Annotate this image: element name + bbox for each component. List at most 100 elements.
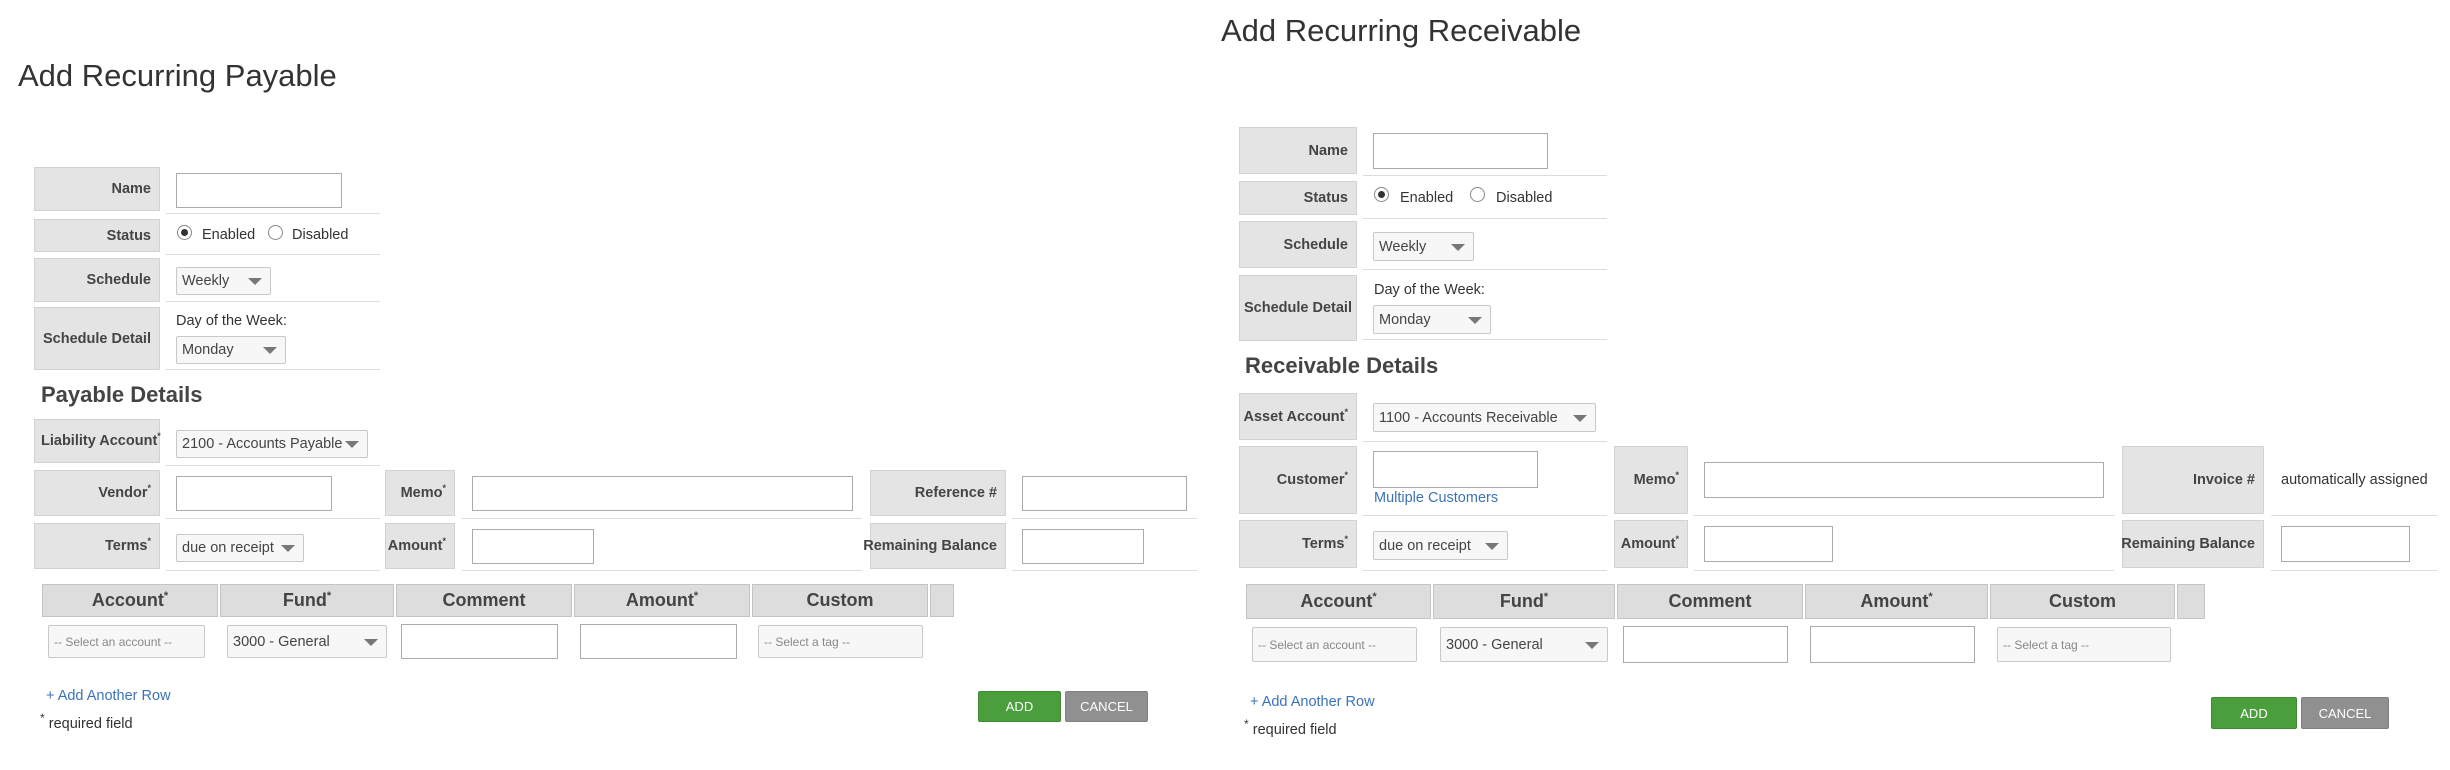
- required-marker: *: [163, 589, 169, 602]
- page-title: Add Recurring Receivable: [1221, 13, 1582, 48]
- terms-select[interactable]: due on receipt: [176, 534, 304, 562]
- reference-label-text: Reference #: [914, 485, 997, 501]
- add-button[interactable]: ADD: [2211, 697, 2297, 729]
- divider: [1694, 570, 2114, 571]
- column-header-fund: Fund *: [1433, 584, 1615, 619]
- divider: [1012, 518, 1197, 519]
- memo-input[interactable]: [1704, 462, 2104, 498]
- account-select[interactable]: 1100 - Accounts Receivable: [1373, 403, 1596, 432]
- remaining-balance-input[interactable]: [2281, 526, 2410, 562]
- divider: [166, 518, 380, 519]
- column-header-comment: Comment: [1617, 584, 1803, 619]
- column-header-account: Account *: [1246, 584, 1431, 619]
- terms-select[interactable]: due on receipt: [1373, 531, 1508, 560]
- required-marker: *: [147, 483, 151, 493]
- chevron-down-icon: [364, 638, 378, 646]
- column-header-account-text: Account: [1300, 591, 1373, 611]
- column-header-amount: Amount *: [574, 584, 750, 617]
- amount-label: Amount *: [385, 523, 455, 569]
- amount-input[interactable]: [472, 529, 594, 564]
- customer-input[interactable]: [1373, 451, 1538, 488]
- chevron-down-icon: [1451, 243, 1465, 251]
- remaining-balance-label: Remaining Balance: [863, 523, 1006, 569]
- vendor-input[interactable]: [176, 476, 332, 511]
- required-marker: *: [1244, 717, 1249, 731]
- disabled-radio[interactable]: [1470, 187, 1485, 202]
- schedule-select[interactable]: Weekly: [176, 267, 271, 295]
- column-header-account: Account *: [42, 584, 218, 617]
- remaining-balance-input[interactable]: [1022, 529, 1144, 564]
- line-account-select[interactable]: -- Select an account --: [48, 625, 205, 658]
- line-comment-input[interactable]: [401, 624, 558, 659]
- account-select[interactable]: 2100 - Accounts Payable: [176, 430, 368, 458]
- disabled-radio[interactable]: [268, 225, 283, 240]
- status-label: Status: [34, 219, 160, 252]
- schedule-detail-label: Schedule Detail: [34, 307, 160, 370]
- invoice-label-text: Invoice #: [2192, 472, 2255, 488]
- enabled-radio[interactable]: [177, 225, 192, 240]
- divider: [166, 465, 380, 466]
- line-account-select[interactable]: -- Select an account --: [1252, 627, 1417, 662]
- line-amount-input[interactable]: [580, 624, 737, 659]
- terms-label: Terms *: [34, 523, 160, 569]
- account-value: 2100 - Accounts Payable: [182, 436, 343, 452]
- line-fund-select[interactable]: 3000 - General: [1440, 627, 1608, 662]
- column-header-fund-text: Fund: [282, 590, 327, 610]
- vendor-label-text: Vendor: [98, 485, 148, 501]
- amount-input[interactable]: [1704, 526, 1833, 562]
- column-header-comment-text: Comment: [442, 590, 526, 610]
- multiple-customers-link[interactable]: Multiple Customers: [1374, 490, 1498, 506]
- divider: [1363, 570, 1607, 571]
- line-comment-input[interactable]: [1623, 626, 1788, 663]
- line-fund-select[interactable]: 3000 - General: [227, 625, 387, 658]
- chevron-down-icon: [1585, 641, 1599, 649]
- cancel-button[interactable]: CANCEL: [1065, 691, 1148, 722]
- add-another-row-link[interactable]: + Add Another Row: [1250, 694, 1375, 710]
- customer-label: Customer *: [1239, 446, 1357, 514]
- terms-value: due on receipt: [182, 540, 274, 556]
- schedule-label-text: Schedule: [86, 272, 151, 288]
- disabled-label: Disabled: [1496, 190, 1553, 206]
- required-field-note: * required field: [1244, 717, 1337, 738]
- name-input[interactable]: [176, 173, 342, 208]
- section-title: Payable Details: [41, 382, 203, 407]
- line-account-placeholder: -- Select an account --: [1258, 637, 1377, 652]
- day-of-week-select[interactable]: Monday: [176, 336, 286, 364]
- amount-label-text: Amount: [1620, 536, 1676, 552]
- column-header-fund: Fund *: [220, 584, 394, 617]
- reference-input[interactable]: [1022, 476, 1187, 511]
- divider: [1363, 218, 1607, 219]
- required-marker: *: [442, 483, 446, 493]
- day-of-week-label: Day of the Week:: [1374, 282, 1485, 298]
- column-header-comment: Comment: [396, 584, 572, 617]
- schedule-label: Schedule: [34, 258, 160, 302]
- enabled-label: Enabled: [1400, 190, 1454, 206]
- column-header-comment-text: Comment: [1668, 591, 1752, 611]
- chevron-down-icon: [1468, 316, 1482, 324]
- line-tag-select[interactable]: -- Select a tag --: [758, 625, 923, 658]
- enabled-radio[interactable]: [1374, 187, 1389, 202]
- column-header-spacer: [2177, 584, 2205, 619]
- required-marker: *: [1344, 534, 1348, 544]
- customer-label-text: Customer: [1276, 472, 1345, 488]
- line-tag-select[interactable]: -- Select a tag --: [1997, 627, 2171, 662]
- required-marker: *: [157, 431, 161, 441]
- required-field-text: required field: [48, 715, 133, 732]
- cancel-button[interactable]: CANCEL: [2301, 697, 2389, 729]
- required-field-note: * required field: [40, 711, 133, 732]
- invoice-label: Invoice #: [2122, 446, 2264, 514]
- schedule-select[interactable]: Weekly: [1373, 232, 1474, 261]
- line-amount-input[interactable]: [1810, 626, 1975, 663]
- column-header-spacer: [930, 584, 954, 617]
- memo-input[interactable]: [472, 476, 853, 511]
- name-label: Name: [1239, 127, 1357, 174]
- memo-label: Memo *: [385, 470, 455, 516]
- name-input[interactable]: [1373, 133, 1548, 169]
- line-fund-value: 3000 - General: [1446, 636, 1543, 653]
- column-header-amount-text: Amount: [625, 590, 694, 610]
- required-marker: *: [1344, 406, 1348, 417]
- add-another-row-link[interactable]: + Add Another Row: [46, 688, 171, 704]
- day-of-week-select[interactable]: Monday: [1373, 305, 1491, 334]
- name-label-text: Name: [1308, 142, 1349, 159]
- add-button[interactable]: ADD: [978, 691, 1061, 722]
